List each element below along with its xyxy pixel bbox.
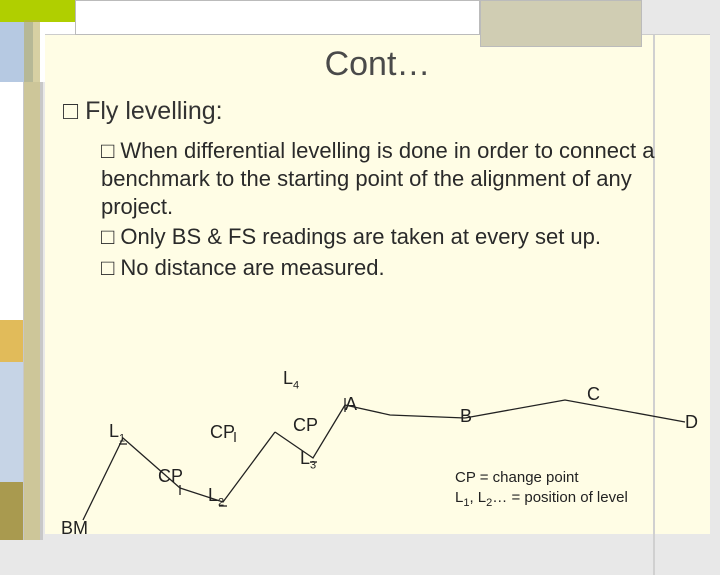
decor-lime <box>0 0 75 22</box>
label-bm: BM <box>61 518 88 539</box>
sub-bullet-3: □ No distance are measured. <box>101 254 671 282</box>
sub-bullet-2: □ Only BS & FS readings are taken at eve… <box>101 223 671 251</box>
sub-bullet-3-text: No distance are measured. <box>120 255 384 280</box>
decor-olive-bottom <box>0 482 23 540</box>
decor-vline-1 <box>40 82 43 540</box>
label-l4: L4 <box>283 368 299 392</box>
legend-line-1: CP = change point <box>455 468 628 488</box>
label-c: C <box>587 384 600 405</box>
label-cp-1: CP <box>210 422 235 443</box>
bullet-icon: □ <box>101 224 114 249</box>
bullet-icon: □ <box>101 138 114 163</box>
label-a: A <box>345 394 357 415</box>
label-cp-2: CP <box>158 466 183 487</box>
main-bullet: □ Fly levelling: <box>63 97 223 126</box>
content-area: Cont… □ Fly levelling: □ When differenti… <box>45 34 710 534</box>
label-b: B <box>460 406 472 427</box>
fly-levelling-diagram: L1 L2 L3 L4 CP CP CP BM A B C D CP = cha… <box>45 370 710 535</box>
decor-top-beige <box>480 0 642 47</box>
label-l2: L2 <box>208 485 224 509</box>
decor-olive-strip <box>24 20 40 540</box>
decor-top-white <box>75 0 480 35</box>
label-cp-3: CP <box>293 415 318 436</box>
decor-gold <box>0 320 23 362</box>
label-l1: L1 <box>109 421 125 445</box>
label-l3: L3 <box>300 448 316 472</box>
sub-bullet-2-text: Only BS & FS readings are taken at every… <box>120 224 601 249</box>
bullet-icon: □ <box>63 97 78 125</box>
bullet-icon: □ <box>101 255 114 280</box>
label-d: D <box>685 412 698 433</box>
decor-blue-lower <box>0 362 23 482</box>
slide-canvas: Cont… □ Fly levelling: □ When differenti… <box>0 0 720 540</box>
decor-vline-2 <box>23 82 24 540</box>
sub-bullet-1-text: When differential levelling is done in o… <box>101 138 654 219</box>
diagram-legend: CP = change point L1, L2… = position of … <box>455 468 628 511</box>
sub-bullet-1: □ When differential levelling is done in… <box>101 137 671 221</box>
legend-line-2: L1, L2… = position of level <box>455 488 628 511</box>
slide-title: Cont… <box>45 45 710 84</box>
main-bullet-text: Fly levelling: <box>85 97 223 125</box>
sub-bullets: □ When differential levelling is done in… <box>101 137 671 284</box>
